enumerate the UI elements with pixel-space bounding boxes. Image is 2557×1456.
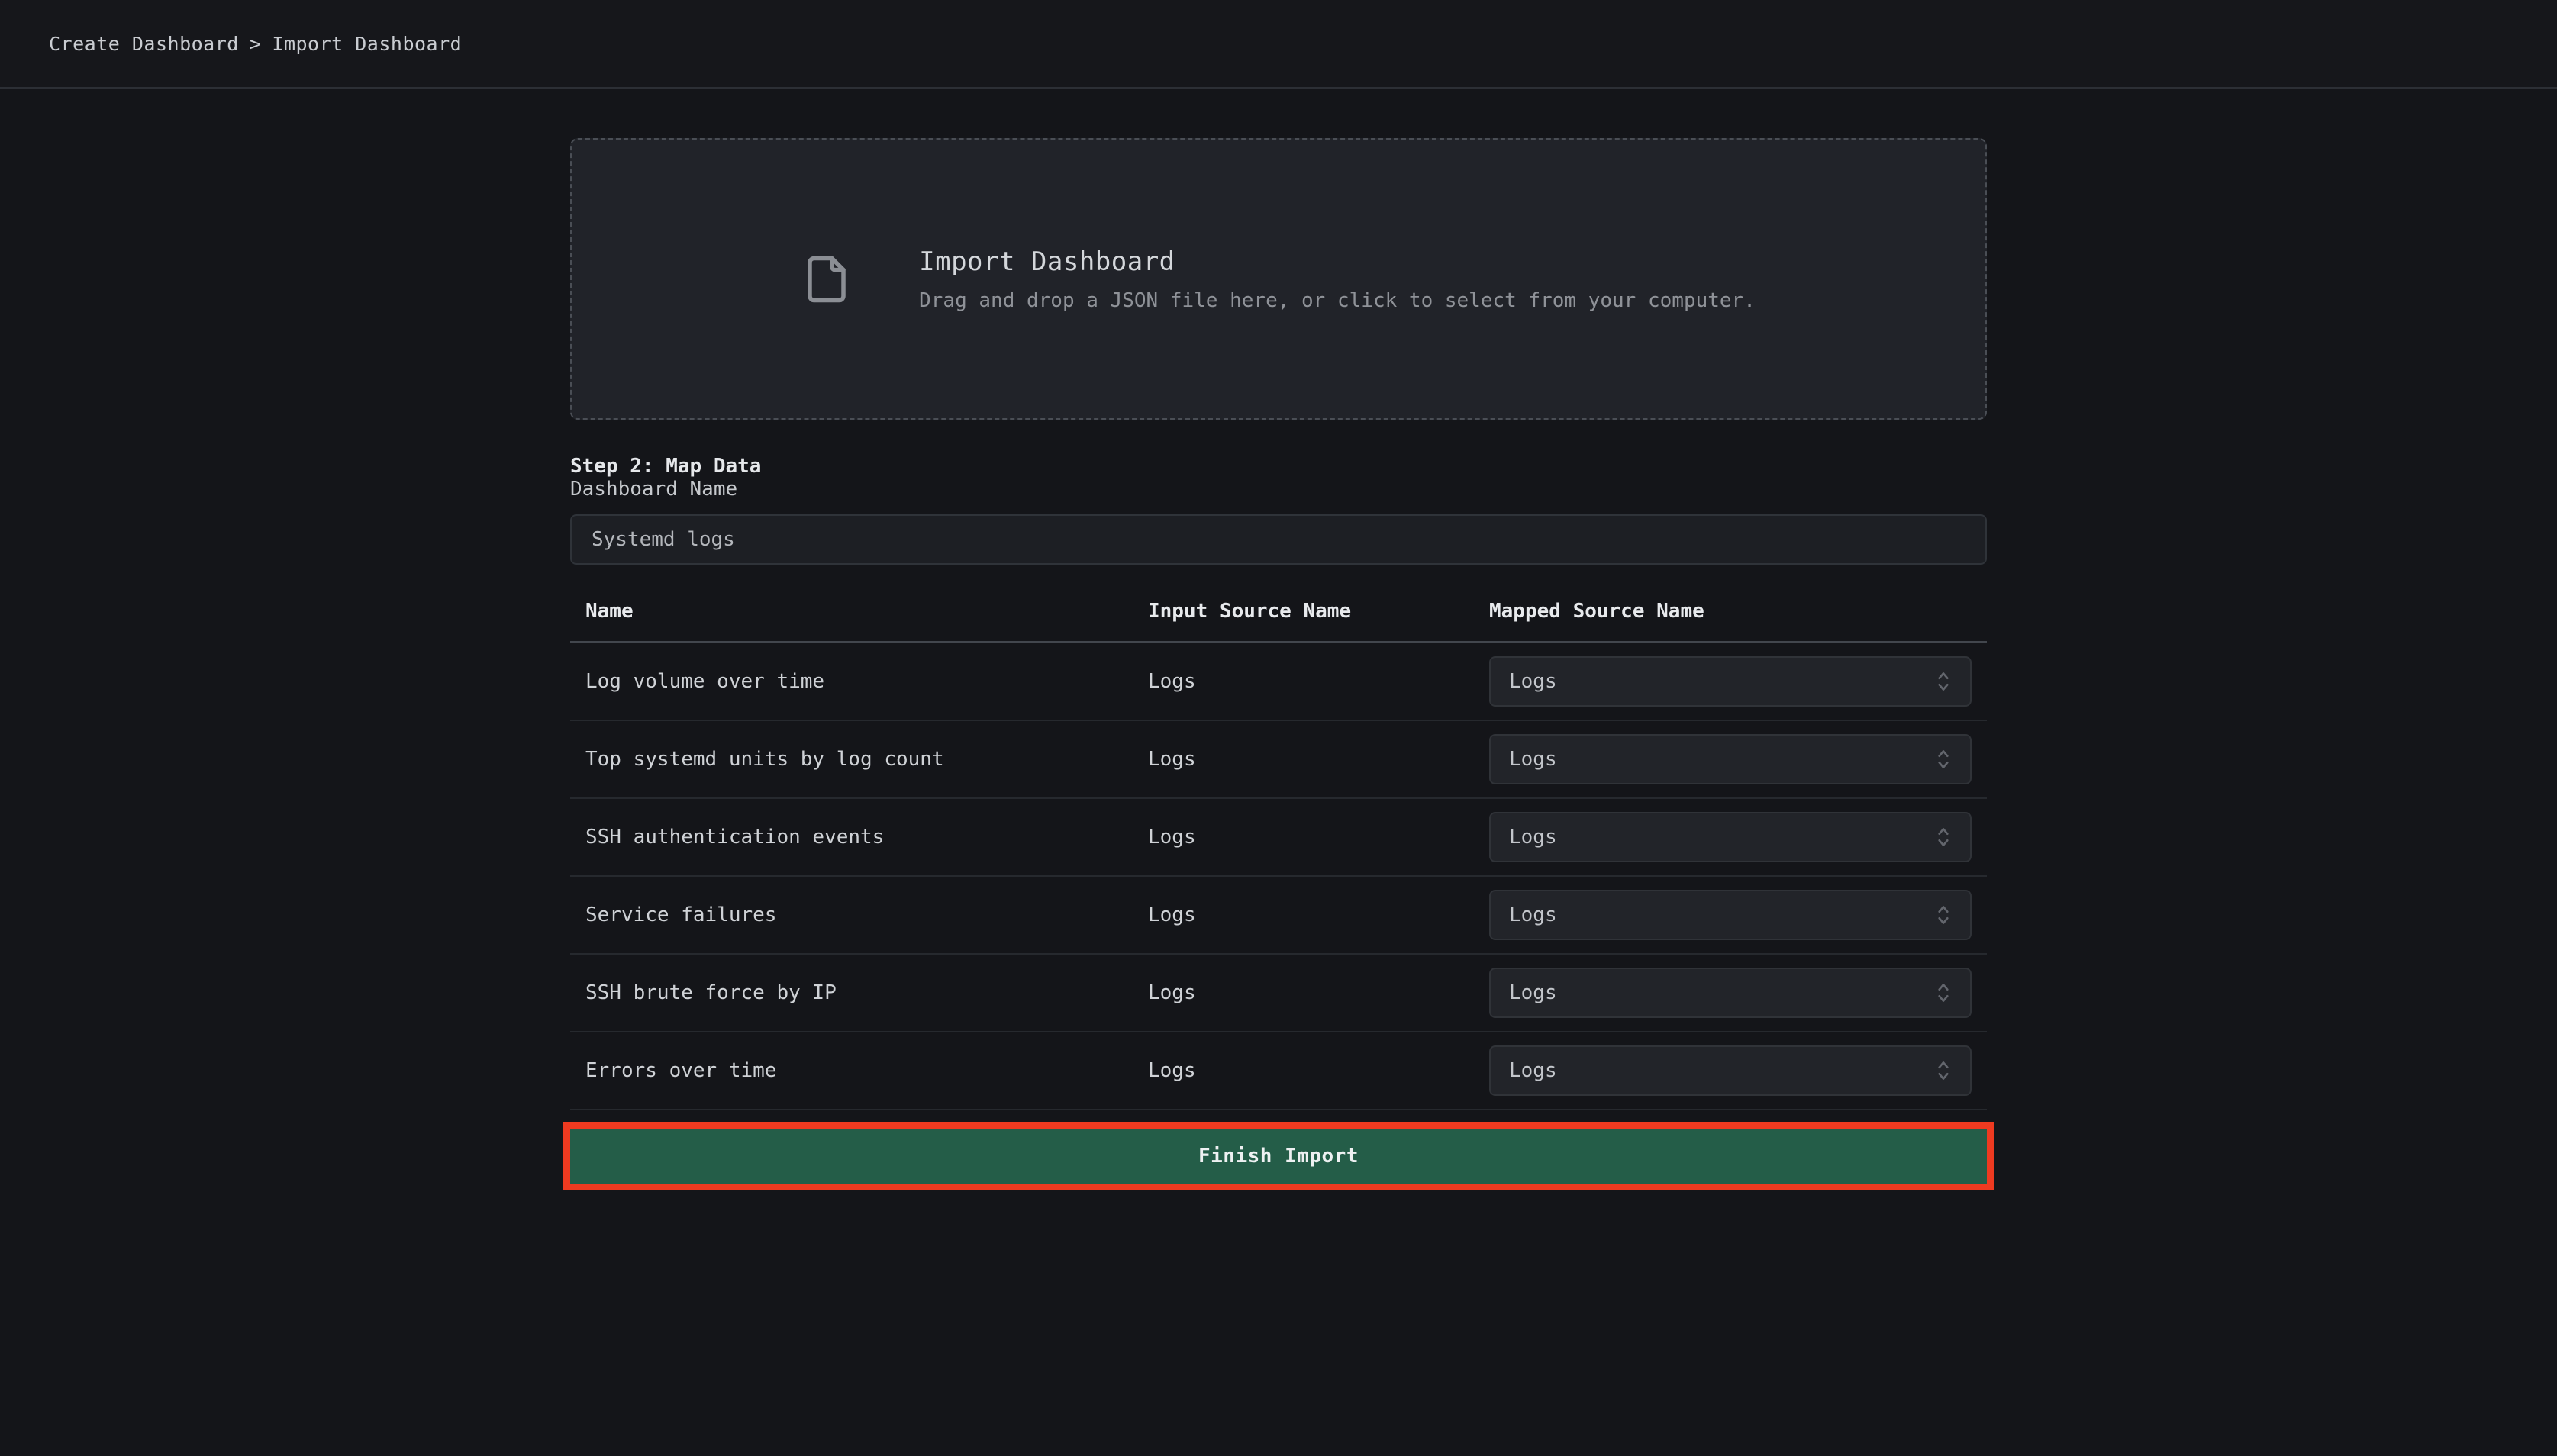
row-input-source: Logs: [1148, 670, 1489, 693]
table-row: SSH authentication events Logs Logs: [570, 799, 1987, 877]
top-bar: Create Dashboard > Import Dashboard: [0, 0, 2557, 89]
breadcrumb-import-dashboard: Import Dashboard: [272, 33, 462, 55]
dropzone-text: Import Dashboard Drag and drop a JSON fi…: [919, 246, 1756, 312]
mapped-source-select[interactable]: Logs: [1489, 656, 1972, 707]
chevron-up-down-icon: [1933, 902, 1953, 928]
file-icon: [801, 246, 852, 312]
header-name: Name: [570, 600, 1148, 623]
row-name: Errors over time: [570, 1059, 1148, 1082]
breadcrumb-create-dashboard[interactable]: Create Dashboard: [49, 33, 239, 55]
dropzone-subtitle: Drag and drop a JSON file here, or click…: [919, 289, 1756, 312]
select-value: Logs: [1509, 1059, 1557, 1082]
select-value: Logs: [1509, 904, 1557, 926]
click-target-annotation: Finish Import: [563, 1122, 1994, 1190]
dashboard-name-label: Dashboard Name: [570, 478, 737, 501]
mapped-source-select[interactable]: Logs: [1489, 734, 1972, 784]
mapped-source-select[interactable]: Logs: [1489, 1045, 1972, 1096]
breadcrumb: Create Dashboard > Import Dashboard: [49, 33, 462, 55]
table-row: Top systemd units by log count Logs Logs: [570, 721, 1987, 799]
chevron-up-down-icon: [1933, 824, 1953, 850]
row-input-source: Logs: [1148, 981, 1489, 1004]
step-title: Step 2: Map Data: [570, 455, 1987, 478]
select-value: Logs: [1509, 670, 1557, 693]
chevron-up-down-icon: [1933, 1058, 1953, 1084]
dropzone-title: Import Dashboard: [919, 246, 1756, 277]
mapped-source-select[interactable]: Logs: [1489, 890, 1972, 940]
header-mapped-source: Mapped Source Name: [1489, 600, 1987, 623]
row-input-source: Logs: [1148, 904, 1489, 926]
mapping-table: Name Input Source Name Mapped Source Nam…: [570, 585, 1987, 1110]
finish-import-button[interactable]: Finish Import: [570, 1129, 1987, 1184]
select-value: Logs: [1509, 826, 1557, 849]
table-row: Service failures Logs Logs: [570, 877, 1987, 955]
chevron-up-down-icon: [1933, 980, 1953, 1006]
mapped-source-select[interactable]: Logs: [1489, 968, 1972, 1018]
row-name: SSH brute force by IP: [570, 981, 1148, 1004]
row-name: Service failures: [570, 904, 1148, 926]
json-file-dropzone[interactable]: Import Dashboard Drag and drop a JSON fi…: [570, 138, 1987, 420]
mapped-source-select[interactable]: Logs: [1489, 812, 1972, 862]
table-row: SSH brute force by IP Logs Logs: [570, 955, 1987, 1032]
row-input-source: Logs: [1148, 748, 1489, 771]
chevron-up-down-icon: [1933, 746, 1953, 772]
row-input-source: Logs: [1148, 826, 1489, 849]
dropzone-content: Import Dashboard Drag and drop a JSON fi…: [801, 246, 1756, 312]
import-dashboard-page: Import Dashboard Drag and drop a JSON fi…: [570, 89, 1987, 1190]
header-input-source: Input Source Name: [1148, 600, 1489, 623]
table-row: Errors over time Logs Logs: [570, 1032, 1987, 1110]
row-name: Log volume over time: [570, 670, 1148, 693]
row-name: Top systemd units by log count: [570, 748, 1148, 771]
breadcrumb-separator: >: [250, 33, 262, 55]
table-row: Log volume over time Logs Logs: [570, 643, 1987, 721]
dashboard-name-input[interactable]: [570, 514, 1987, 565]
row-name: SSH authentication events: [570, 826, 1148, 849]
select-value: Logs: [1509, 748, 1557, 771]
select-value: Logs: [1509, 981, 1557, 1004]
row-input-source: Logs: [1148, 1059, 1489, 1082]
chevron-up-down-icon: [1933, 668, 1953, 694]
table-header-row: Name Input Source Name Mapped Source Nam…: [570, 585, 1987, 643]
